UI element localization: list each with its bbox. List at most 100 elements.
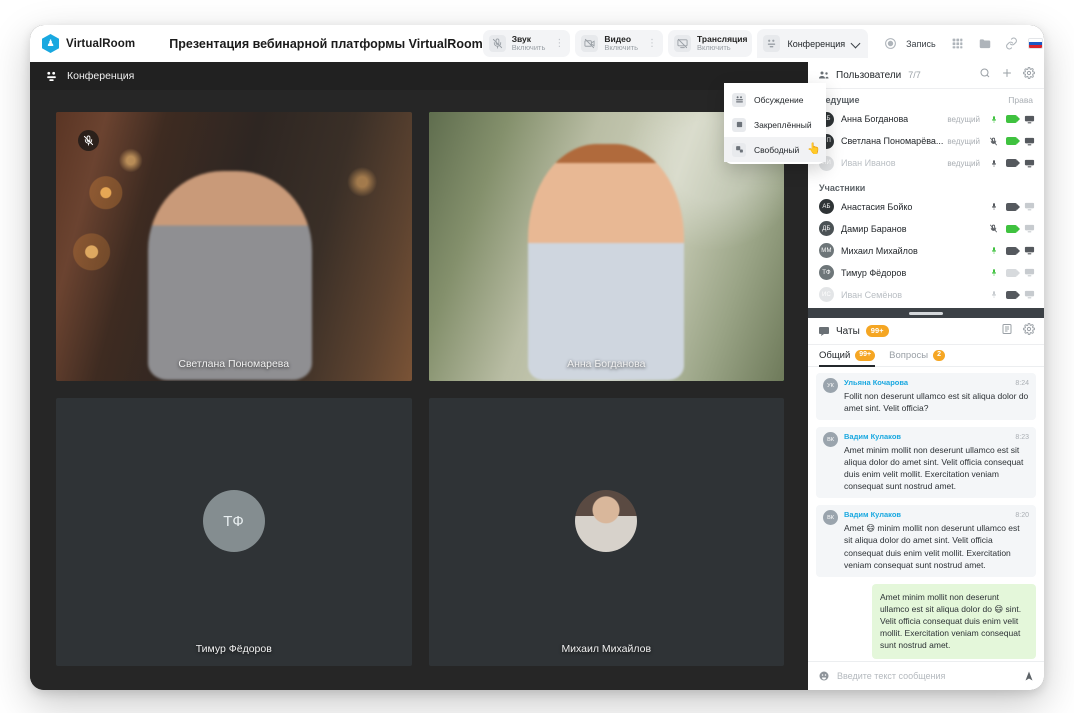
camera-icon[interactable] [1006,201,1017,212]
conference-mode-select[interactable]: Конференция [757,29,868,58]
panel-resize-handle[interactable] [808,308,1044,318]
avatar [575,490,637,552]
chat-panel: Чаты 99+ Общий 99+ [808,318,1044,690]
message-text: Amet minim mollit non deserunt ullamco e… [880,591,1028,651]
camera-icon[interactable] [1006,223,1017,234]
user-row[interactable]: ИИ Иван Иванов ведущий [808,152,1044,174]
video-tile[interactable]: Михаил Михайлов [429,398,785,667]
grid-icon[interactable] [947,33,969,55]
message-input[interactable] [837,671,1016,681]
record-button[interactable]: Запись [873,33,942,55]
screen-icon[interactable] [1024,136,1035,147]
chevron-down-icon[interactable] [852,39,861,48]
microphone-icon[interactable] [988,114,999,125]
user-row[interactable]: ММ Михаил Михайлов [808,240,1044,262]
microphone-icon[interactable] [988,289,999,300]
flag-ru-icon [1028,38,1043,49]
add-user-icon[interactable] [1001,66,1013,84]
screen-icon[interactable] [1024,223,1035,234]
message-text: Follit non deserunt ullamco est sit aliq… [844,390,1029,414]
hosts-group-header: Ведущие Права [808,89,1044,108]
message-list[interactable]: УК Ульяна Кочарова 8:24 Follit non deser… [808,367,1044,661]
mouse-cursor-icon: 👆 [807,144,821,155]
tab-label: Вопросы [889,350,928,361]
screen-icon[interactable] [1024,267,1035,278]
mode-option-pinned[interactable]: Закреплённый [724,112,826,137]
tile-muted-badge [78,130,99,151]
video-feed [56,112,412,381]
audio-control[interactable]: Звук Включить ⋮ [483,30,571,57]
tile-name: Тимур Фёдоров [56,643,412,655]
folder-icon[interactable] [974,33,996,55]
tab-badge: 2 [933,350,945,361]
camera-icon[interactable] [1006,158,1017,169]
audio-sublabel: Включить [512,44,546,52]
screen-icon[interactable] [1024,158,1035,169]
chat-panel-title: Чаты [836,326,860,337]
microphone-off-icon[interactable] [988,136,999,147]
chat-unread-badge: 99+ [866,325,889,336]
broadcast-control[interactable]: Трансляция Включить [668,30,752,57]
microphone-icon[interactable] [988,158,999,169]
video-tile[interactable]: ТФ Тимур Фёдоров [56,398,412,667]
audio-more-icon[interactable]: ⋮ [553,39,565,49]
camera-icon[interactable] [1006,289,1017,300]
media-controls: Звук Включить ⋮ Видео Включить ⋮ [483,29,1044,58]
message-time: 8:23 [1015,434,1029,441]
screen-icon[interactable] [1024,245,1035,256]
user-role: ведущий [947,137,980,146]
microphone-icon[interactable] [988,245,999,256]
participants-label: Участники [819,183,865,193]
mode-option-discussion[interactable]: Обсуждение [724,87,826,112]
camera-icon[interactable] [1006,267,1017,278]
send-icon[interactable] [1023,670,1035,682]
language-selector[interactable]: RU [1028,33,1044,55]
emoji-icon[interactable] [818,670,830,682]
tile-name: Анна Богданова [429,358,785,370]
video-sublabel: Включить [604,44,638,52]
camera-icon[interactable] [1006,245,1017,256]
stage-header: Конференция [30,62,808,90]
mode-option-free[interactable]: Свободный 👆 [724,137,826,162]
tab-general[interactable]: Общий 99+ [819,350,875,366]
settings-icon[interactable] [1023,66,1035,84]
user-name: Дамир Баранов [841,224,907,234]
screen-icon[interactable] [1024,114,1035,125]
message-item: УК Ульяна Кочарова 8:24 Follit non deser… [816,373,1036,420]
video-more-icon[interactable]: ⋮ [646,39,658,49]
chat-settings-icon[interactable] [1023,322,1035,340]
avatar: УК [823,378,838,393]
participants-list: АБ Анастасия Бойко ДБ Дамир Баранов [808,196,1044,309]
export-chat-icon[interactable] [1001,322,1013,340]
tab-questions[interactable]: Вопросы 2 [889,350,945,366]
user-row[interactable]: ТФ Тимур Фёдоров [808,262,1044,284]
microphone-icon[interactable] [988,267,999,278]
hosts-list: АБ Анна Богданова ведущий СП Светлана По… [808,108,1044,177]
link-icon[interactable] [1001,33,1023,55]
user-row[interactable]: ДБ Дамир Баранов [808,218,1044,240]
user-row[interactable]: СП Светлана Пономарёва... ведущий [808,130,1044,152]
avatar: АБ [819,199,834,214]
users-count: 7/7 [908,70,921,80]
video-tile[interactable]: Светлана Пономарева [56,112,412,381]
participants-group-header: Участники [808,177,1044,196]
brand: ♟ VirtualRoom [42,34,135,53]
camera-icon[interactable] [1006,136,1017,147]
user-row[interactable]: АБ Анна Богданова ведущий [808,108,1044,130]
record-label: Запись [906,39,936,49]
screen-icon[interactable] [1024,289,1035,300]
user-row[interactable]: АБ Анастасия Бойко [808,196,1044,218]
microphone-icon[interactable] [988,201,999,212]
screen-icon[interactable] [1024,201,1035,212]
search-icon[interactable] [979,66,991,84]
microphone-off-icon[interactable] [988,223,999,234]
video-control[interactable]: Видео Включить ⋮ [575,30,663,57]
camera-off-icon [581,35,598,52]
message-composer [808,661,1044,690]
pinned-icon [732,118,746,132]
users-panel: Пользователи 7/7 [808,62,1044,308]
camera-icon[interactable] [1006,114,1017,125]
users-panel-title: Пользователи [836,70,901,81]
user-row[interactable]: ИС Иван Семёнов [808,284,1044,306]
message-text: Amet minim mollit non deserunt ullamco e… [844,444,1029,492]
